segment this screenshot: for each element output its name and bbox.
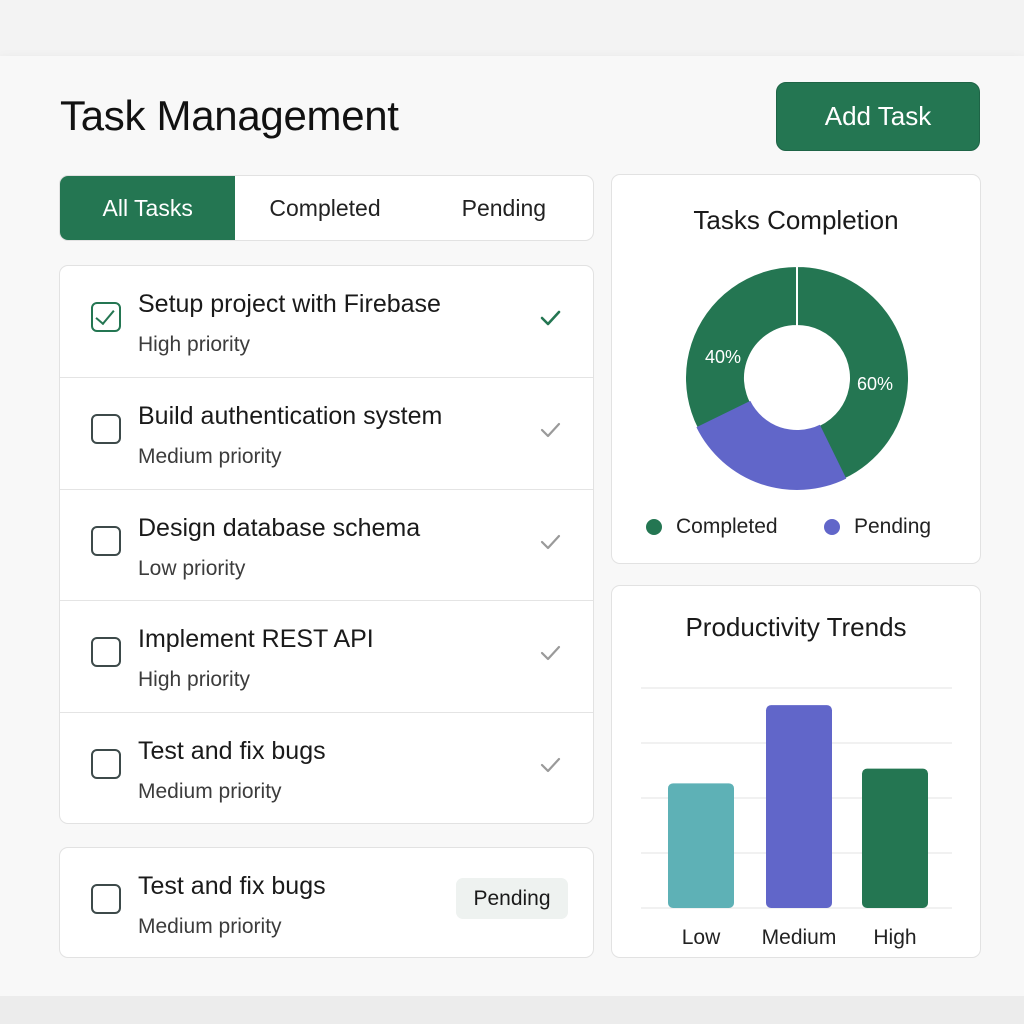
- task-priority: Low priority: [138, 556, 246, 580]
- task-checkbox[interactable]: [91, 525, 121, 556]
- status-badge: Pending: [456, 878, 568, 919]
- task-checkbox[interactable]: [91, 884, 121, 914]
- legend-label: Completed: [676, 515, 778, 538]
- productivity-chart-card: Low Medium High Productivity Trends: [611, 585, 981, 958]
- legend-dot-pending: [824, 519, 840, 535]
- task-title: Implement REST API: [138, 625, 374, 654]
- tab-bar: All Tasks Completed Pending: [59, 175, 594, 241]
- productivity-chart-title: Productivity Trends: [685, 612, 907, 642]
- bar-low: [668, 783, 734, 908]
- x-tick-label: Medium: [762, 926, 837, 949]
- task-priority: High priority: [138, 333, 251, 356]
- x-tick-label: Low: [682, 926, 721, 949]
- checkmark-icon: [95, 304, 115, 326]
- legend-item-pending: Pending: [824, 515, 931, 539]
- chart-legend: Completed Pending: [612, 515, 980, 545]
- task-checkbox[interactable]: [91, 413, 121, 444]
- x-tick-label: High: [873, 926, 916, 949]
- donut-data-label: 60%: [857, 374, 893, 394]
- task-row[interactable]: Design database schema Low priority: [60, 490, 593, 602]
- completion-chart-title: Tasks Completion: [693, 205, 899, 235]
- legend-dot-completed: [646, 519, 662, 535]
- task-title: Build authentication system: [138, 401, 443, 430]
- check-icon[interactable]: [540, 309, 561, 327]
- donut-data-label: 40%: [705, 347, 741, 367]
- bar-high: [862, 768, 928, 908]
- task-list: Setup project with Firebase High priorit…: [59, 265, 594, 824]
- check-icon[interactable]: [540, 421, 561, 439]
- task-title: Setup project with Firebase: [138, 290, 441, 318]
- task-title: Design database schema: [138, 513, 421, 542]
- task-priority: Medium priority: [138, 444, 282, 468]
- task-row[interactable]: Test and fix bugs Medium priority: [60, 713, 593, 823]
- add-task-button[interactable]: Add Task: [776, 82, 980, 151]
- tab-completed[interactable]: Completed: [235, 176, 414, 240]
- task-row[interactable]: Build authentication system Medium prior…: [60, 378, 593, 490]
- legend-item-completed: Completed: [646, 515, 778, 539]
- completion-chart-card: 60% 40% Tasks Completion Completed Pendin…: [611, 174, 981, 564]
- task-title: Test and fix bugs: [138, 872, 326, 900]
- task-row[interactable]: Implement REST API High priority: [60, 601, 593, 714]
- task-checkbox[interactable]: [91, 637, 121, 668]
- task-checkbox[interactable]: [91, 302, 121, 332]
- pending-task-card[interactable]: Test and fix bugs Medium priority Pendin…: [59, 847, 594, 958]
- task-title: Test and fix bugs: [138, 737, 326, 766]
- bar-medium: [766, 705, 832, 908]
- page-title: Task Management: [60, 92, 399, 139]
- check-icon[interactable]: [540, 644, 561, 662]
- top-strip: [0, 0, 1024, 56]
- task-checkbox[interactable]: [91, 749, 121, 780]
- check-icon[interactable]: [540, 756, 561, 774]
- task-priority: Medium priority: [138, 915, 282, 938]
- bottom-strip: [0, 996, 1024, 1024]
- tab-all-tasks[interactable]: All Tasks: [60, 176, 236, 240]
- task-priority: Medium priority: [138, 780, 282, 804]
- check-icon[interactable]: [540, 533, 561, 551]
- task-priority: High priority: [138, 668, 251, 692]
- legend-label: Pending: [854, 515, 932, 538]
- tab-pending[interactable]: Pending: [415, 176, 593, 240]
- task-row[interactable]: Setup project with Firebase High priorit…: [60, 266, 593, 378]
